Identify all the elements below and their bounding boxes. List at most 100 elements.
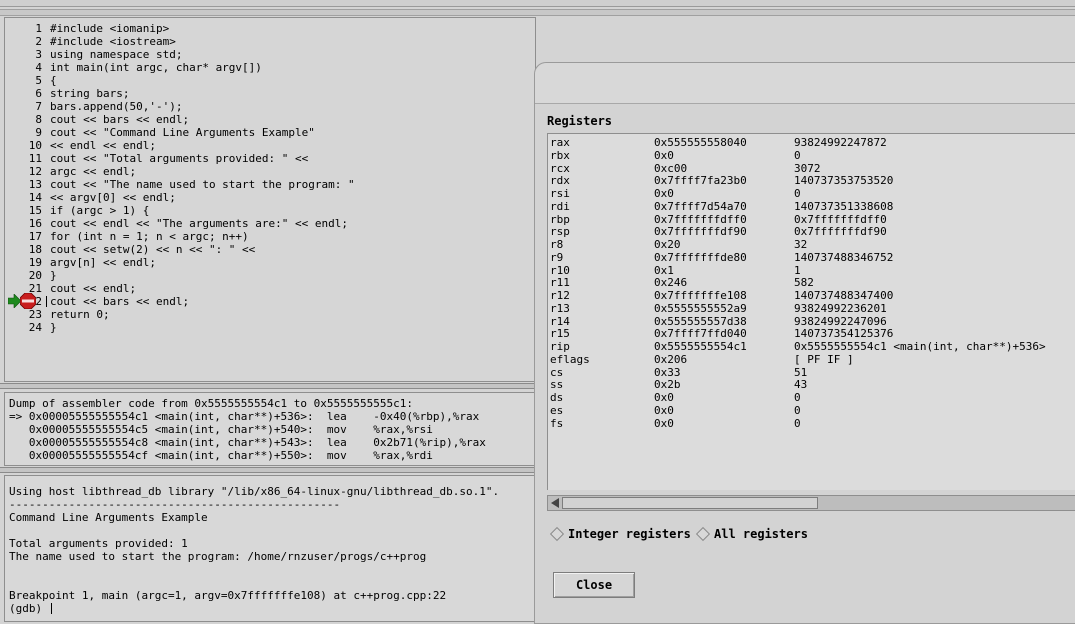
- register-name: rsp: [550, 225, 570, 239]
- line-number: 1: [35, 22, 42, 35]
- register-hex: 0x0: [654, 148, 674, 162]
- line-number: 24: [28, 321, 42, 334]
- breakpoint-marker[interactable]: [7, 293, 42, 309]
- register-hex: 0x0: [654, 187, 674, 200]
- line-number: 19: [28, 256, 42, 269]
- scroll-left-icon[interactable]: [551, 498, 559, 508]
- register-row[interactable]: r10 0x1 1: [550, 264, 1075, 277]
- register-hex: 0x33: [654, 365, 681, 379]
- scroll-thumb[interactable]: [562, 497, 818, 509]
- source-line[interactable]: 17 for (int n = 1; n < argc; n++): [9, 230, 355, 243]
- close-button[interactable]: Close: [553, 572, 635, 598]
- source-line[interactable]: 4 int main(int argc, char* argv[]): [9, 61, 355, 74]
- pane-sash-middle[interactable]: [0, 383, 535, 389]
- source-line[interactable]: 16 cout << endl << "The arguments are:" <…: [9, 217, 355, 230]
- register-row[interactable]: r11 0x246 582: [550, 276, 1075, 289]
- source-line[interactable]: 11 cout << "Total arguments provided: " <…: [9, 152, 355, 165]
- all-registers-label: All registers: [714, 527, 808, 541]
- register-name: r10: [550, 263, 570, 277]
- register-row[interactable]: r15 0x7ffff7ffd040 140737354125376: [550, 327, 1075, 340]
- code-text: {: [50, 74, 57, 87]
- pane-sash-bottom[interactable]: [0, 467, 535, 473]
- register-hex: 0x7fffffffdff0: [654, 212, 747, 226]
- register-row[interactable]: eflags 0x206 [ PF IF ]: [550, 353, 1075, 366]
- radio-diamond-icon: [549, 526, 565, 542]
- assembler-line: => 0x00005555555554c1 <main(int, char**)…: [9, 410, 480, 423]
- all-registers-radio[interactable]: All registers: [695, 526, 808, 542]
- gdb-prompt-line[interactable]: (gdb): [9, 602, 499, 615]
- integer-registers-radio[interactable]: Integer registers: [549, 526, 691, 542]
- register-row[interactable]: rax 0x555555558040 93824992247872: [550, 136, 1075, 149]
- register-row[interactable]: rsp 0x7fffffffdf90 0x7fffffffdf90: [550, 225, 1075, 238]
- source-line[interactable]: 12 argc << endl;: [9, 165, 355, 178]
- register-name: rcx: [550, 161, 570, 175]
- register-hex: 0x246: [654, 276, 688, 290]
- source-line[interactable]: 6 string bars;: [9, 87, 355, 100]
- source-line[interactable]: 1 #include <iomanip>: [9, 22, 355, 35]
- assembler-pane[interactable]: Dump of assembler code from 0x5555555554…: [4, 392, 536, 466]
- code-text: cout << "Command Line Arguments Example": [50, 126, 315, 139]
- integer-registers-label: Integer registers: [568, 527, 691, 541]
- code-text: return 0;: [50, 308, 110, 321]
- register-row[interactable]: rbp 0x7fffffffdff0 0x7fffffffdff0: [550, 213, 1075, 226]
- source-line[interactable]: 3 using namespace std;: [9, 48, 355, 61]
- register-value: 0x7fffffffdf90: [794, 225, 887, 239]
- source-line[interactable]: 20}: [9, 269, 355, 282]
- text-cursor: [46, 296, 47, 307]
- pane-sash-top[interactable]: [0, 9, 1075, 16]
- code-text: string bars;: [50, 87, 130, 100]
- assembler-lines: => 0x00005555555554c1 <main(int, char**)…: [9, 410, 486, 462]
- source-line[interactable]: 14 << argv[0] << endl;: [9, 191, 355, 204]
- register-row[interactable]: es 0x0 0: [550, 404, 1075, 417]
- register-row[interactable]: rcx 0xc00 3072: [550, 162, 1075, 175]
- text-cursor: [50, 603, 52, 614]
- register-value: 0: [794, 148, 801, 162]
- register-hex: 0x206: [654, 352, 688, 366]
- console-output: Using host libthread_db library "/lib/x8…: [9, 485, 499, 615]
- register-row[interactable]: r9 0x7fffffffde80 140737488346752: [550, 251, 1075, 264]
- line-number: 3: [35, 48, 42, 61]
- line-number: 18: [28, 243, 42, 256]
- code-text: #include <iostream>: [50, 35, 176, 48]
- line-number: 15: [28, 204, 42, 217]
- source-line[interactable]: 18 cout << setw(2) << n << ": " <<: [9, 243, 355, 256]
- register-row[interactable]: r8 0x20 32: [550, 238, 1075, 251]
- source-line[interactable]: 19 argv[n] << endl;: [9, 256, 355, 269]
- register-row[interactable]: rip 0x5555555554c1 0x5555555554c1 <main(in…: [550, 340, 1075, 353]
- source-line[interactable]: 5{: [9, 74, 355, 87]
- source-line[interactable]: 10 << endl << endl;: [9, 139, 355, 152]
- source-line[interactable]: 21 cout << endl;: [9, 282, 355, 295]
- register-row[interactable]: r14 0x555555557d38 93824992247096: [550, 315, 1075, 328]
- source-line[interactable]: 13 cout << "The name used to start the pr…: [9, 178, 355, 191]
- line-number: 17: [28, 230, 42, 243]
- register-hex: 0x7fffffffe108: [654, 289, 747, 302]
- register-row[interactable]: rbx 0x0 0: [550, 149, 1075, 162]
- horizontal-scrollbar[interactable]: [547, 495, 1075, 511]
- source-line[interactable]: 2 #include <iostream>: [9, 35, 355, 48]
- register-row[interactable]: cs 0x33 51: [550, 366, 1075, 379]
- source-line[interactable]: 7 bars.append(50,'-');: [9, 100, 355, 113]
- source-line[interactable]: 24}: [9, 321, 355, 334]
- register-row[interactable]: r12 0x7fffffffe108 140737488347400: [550, 289, 1075, 302]
- console-line: ----------------------------------------…: [9, 498, 341, 511]
- register-hex: 0x5555555552a9: [654, 301, 747, 315]
- register-row[interactable]: r13 0x5555555552a9 93824992236201: [550, 302, 1075, 315]
- register-value: 140737488347400: [794, 289, 894, 302]
- source-line[interactable]: 23 return 0;: [9, 308, 355, 321]
- source-line[interactable]: 8 cout << bars << endl;: [9, 113, 355, 126]
- gdb-console[interactable]: Using host libthread_db library "/lib/x8…: [4, 475, 536, 622]
- register-name: rbx: [550, 148, 570, 162]
- source-line[interactable]: 2 cout << bars << endl;: [9, 295, 355, 308]
- source-line[interactable]: 15 if (argc > 1) {: [9, 204, 355, 217]
- assembler-line: 0x00005555555554c5 <main(int, char**)+54…: [9, 423, 433, 436]
- register-value: 32: [794, 238, 808, 251]
- register-row[interactable]: ds 0x0 0: [550, 391, 1075, 404]
- source-line[interactable]: 9 cout << "Command Line Arguments Example…: [9, 126, 355, 139]
- dialog-titlebar[interactable]: [535, 63, 1075, 104]
- register-row[interactable]: fs 0x0 0: [550, 417, 1075, 430]
- register-row[interactable]: rsi 0x0 0: [550, 187, 1075, 200]
- register-row[interactable]: rdi 0x7ffff7d54a70 140737351338608: [550, 200, 1075, 213]
- source-pane[interactable]: 1 #include <iomanip> 2 #include <iostream> 3…: [4, 17, 536, 382]
- register-row[interactable]: rdx 0x7ffff7fa23b0 140737353753520: [550, 174, 1075, 187]
- register-row[interactable]: ss 0x2b 43: [550, 378, 1075, 391]
